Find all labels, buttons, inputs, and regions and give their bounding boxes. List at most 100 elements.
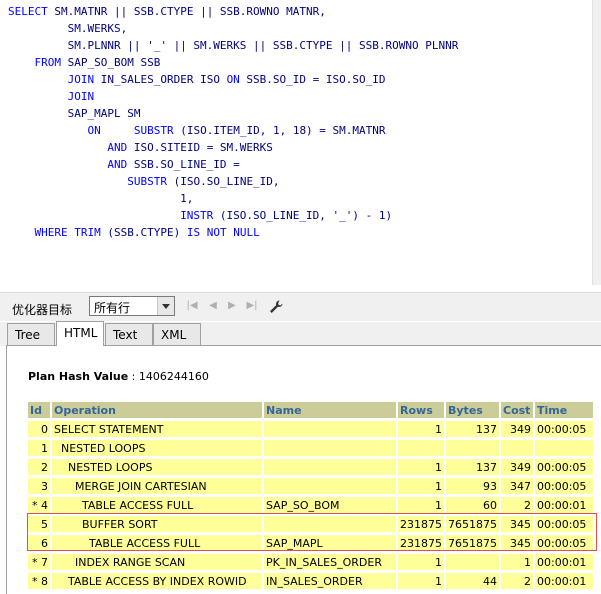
plan-cell-op: INDEX RANGE SCAN — [52, 554, 262, 570]
sql-token: SAP_MAPL SM — [8, 107, 141, 120]
plan-cell-cost — [501, 440, 533, 456]
plan-cell-name — [264, 421, 396, 437]
sql-token: WHERE — [34, 226, 68, 239]
prev-icon[interactable]: ◀ — [207, 300, 219, 312]
plan-cell-time: 00:00:01 — [535, 554, 593, 570]
plan-cell-id: 2 — [28, 459, 50, 475]
sql-token: INSTR — [180, 209, 214, 222]
wrench-icon[interactable] — [268, 299, 284, 315]
tab-tree[interactable]: Tree — [7, 323, 55, 345]
sql-token: SM.MATNR || SSB.CTYPE || SSB.ROWNO MATNR… — [47, 5, 326, 18]
plan-cell-op: TABLE ACCESS BY INDEX ROWID — [52, 573, 262, 589]
sql-token: SM.WERKS, — [8, 22, 128, 35]
plan-table: Id Operation Name Rows Bytes Cost Time 0… — [26, 399, 595, 592]
plan-cell-time: 00:00:05 — [535, 535, 593, 551]
plan-header-row: Id Operation Name Rows Bytes Cost Time — [28, 402, 593, 418]
plan-cell-bytes: 7651875 — [446, 516, 499, 532]
plan-cell-time: 00:00:05 — [535, 516, 593, 532]
sql-token: TRIM — [74, 226, 101, 239]
html-plan-panel: Plan Hash Value : 1406244160 Id Operatio… — [6, 345, 601, 594]
sql-line: SM.PLNNR || '_' || SM.WERKS || SSB.CTYPE… — [8, 37, 459, 54]
sql-token: SSB.SO_ID = ISO.SO_ID — [239, 73, 386, 86]
sql-line: JOIN IN_SALES_ORDER ISO ON SSB.SO_ID = I… — [8, 71, 386, 88]
sql-token: AND — [107, 141, 128, 154]
plan-cell-rows — [398, 440, 444, 456]
plan-cell-bytes: 7651875 — [446, 535, 499, 551]
chevron-down-icon[interactable] — [157, 297, 174, 315]
plan-tabs: Tree HTML Text XML — [0, 321, 601, 346]
sql-token: SELECT — [8, 5, 48, 18]
tab-html[interactable]: HTML — [56, 321, 104, 346]
plan-cell-name: SAP_SO_BOM — [264, 497, 396, 513]
plan-cell-rows: 1 — [398, 554, 444, 570]
sql-token: (ISO.SO_LINE_ID, — [166, 175, 280, 188]
sql-editor[interactable]: SELECT SM.MATNR || SSB.CTYPE || SSB.ROWN… — [0, 0, 601, 285]
optimizer-goal-select[interactable]: 所有行 — [89, 296, 175, 316]
plan-cell-id: * 8 — [28, 573, 50, 589]
plan-cell-time: 00:00:01 — [535, 497, 593, 513]
plan-cell-cost: 2 — [501, 497, 533, 513]
sql-line: ON SUBSTR (ISO.ITEM_ID, 1, 18) = SM.MATN… — [8, 122, 386, 139]
sql-token: (ISO.ITEM_ID, 1, 18) = SM.MATNR — [173, 124, 386, 137]
plan-cell-cost: 349 — [501, 421, 533, 437]
plan-cell-bytes: 44 — [446, 573, 499, 589]
plan-cell-name — [264, 478, 396, 494]
tab-xml[interactable]: XML — [153, 323, 201, 345]
plan-cell-time: 00:00:05 — [535, 478, 593, 494]
plan-cell-op: MERGE JOIN CARTESIAN — [52, 478, 262, 494]
plan-cell-bytes: 93 — [446, 478, 499, 494]
plan-cell-op: NESTED LOOPS — [52, 440, 262, 456]
next-icon[interactable]: ▶ — [226, 300, 238, 312]
editor-scrollbar[interactable] — [592, 0, 601, 285]
last-icon[interactable]: ▶| — [246, 300, 258, 312]
plan-cell-name — [264, 516, 396, 532]
header-bytes: Bytes — [446, 402, 499, 418]
plan-cell-rows: 1 — [398, 573, 444, 589]
plan-row: 3 MERGE JOIN CARTESIAN 1 93 347 00:00:05 — [28, 478, 593, 494]
plan-cell-bytes — [446, 440, 499, 456]
tab-text-label: Text — [113, 328, 138, 342]
plan-row: 6 TABLE ACCESS FULL SAP_MAPL 231875 7651875… — [28, 535, 593, 551]
plan-cell-cost: 349 — [501, 459, 533, 475]
plan-cell-time: 00:00:05 — [535, 421, 593, 437]
plan-cell-op: TABLE ACCESS FULL — [52, 497, 262, 513]
header-time: Time — [535, 402, 593, 418]
sql-line: SUBSTR (ISO.SO_LINE_ID, — [8, 173, 280, 190]
tab-text[interactable]: Text — [105, 323, 153, 345]
plan-cell-rows: 231875 — [398, 535, 444, 551]
header-operation: Operation — [52, 402, 262, 418]
plan-cell-rows: 1 — [398, 421, 444, 437]
plan-cell-id: * 4 — [28, 497, 50, 513]
sql-token: SSB.SO_LINE_ID = — [127, 158, 240, 171]
tab-tree-label: Tree — [15, 328, 41, 342]
plan-cell-name — [264, 459, 396, 475]
tab-xml-label: XML — [161, 328, 187, 342]
sql-line: AND SSB.SO_LINE_ID = — [8, 156, 240, 173]
plan-cell-op: TABLE ACCESS FULL — [52, 535, 262, 551]
header-name: Name — [264, 402, 396, 418]
plan-cell-bytes: 60 — [446, 497, 499, 513]
plan-cell-name: IN_SALES_ORDER — [264, 573, 396, 589]
plan-cell-id: * 7 — [28, 554, 50, 570]
sql-line: AND ISO.SITEID = SM.WERKS — [8, 139, 273, 156]
plan-row: 1 NESTED LOOPS — [28, 440, 593, 456]
sql-token: ON — [226, 73, 240, 86]
sql-line: FROM SAP_SO_BOM SSB — [8, 54, 161, 71]
plan-cell-cost: 1 — [501, 554, 533, 570]
first-icon[interactable]: |◀ — [186, 300, 198, 312]
sql-token: SM.PLNNR || '_' || SM.WERKS || SSB.CTYPE… — [8, 39, 459, 52]
plan-cell-id: 0 — [28, 421, 50, 437]
sql-token: FROM — [34, 56, 62, 69]
plan-cell-op: NESTED LOOPS — [52, 459, 262, 475]
plan-cell-time: 00:00:05 — [535, 459, 593, 475]
sql-token: 1, — [8, 192, 194, 205]
plan-cell-name: PK_IN_SALES_ORDER — [264, 554, 396, 570]
